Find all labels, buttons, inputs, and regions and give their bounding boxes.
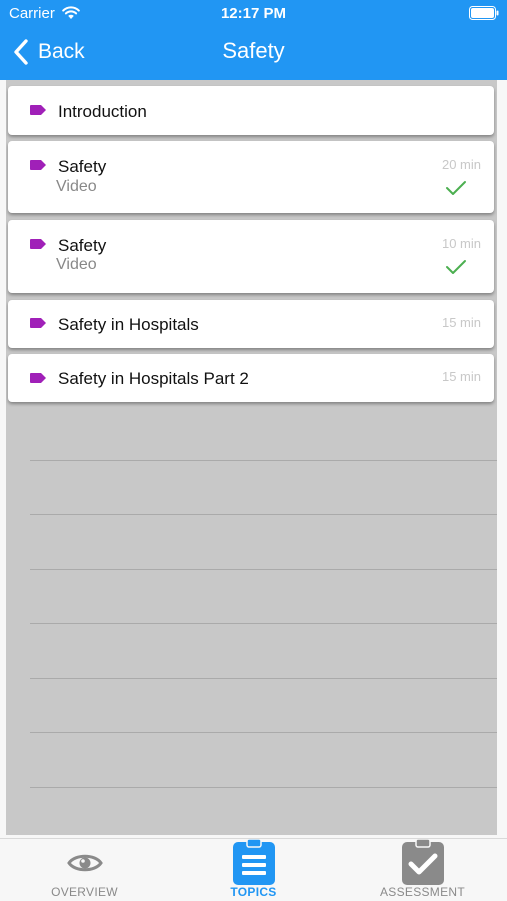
tab-overview[interactable]: OVERVIEW xyxy=(0,839,169,901)
tag-icon xyxy=(30,239,46,249)
tab-assessment[interactable]: ASSESSMENT xyxy=(338,839,507,901)
topic-title: Safety in Hospitals Part 2 xyxy=(58,369,249,388)
clipboard-list-icon xyxy=(232,839,275,885)
tag-icon xyxy=(30,160,46,170)
chevron-left-icon xyxy=(14,39,28,65)
navigation-bar: Back Safety xyxy=(0,28,507,78)
empty-row-separator xyxy=(30,460,497,461)
clock-time: 12:17 PM xyxy=(220,5,287,22)
topic-duration: 20 min xyxy=(441,157,481,172)
topic-card-safety-video-1[interactable]: Safety Video 20 min xyxy=(8,141,494,213)
checkmark-icon xyxy=(446,260,466,274)
checkmark-icon xyxy=(446,181,466,195)
empty-row-separator xyxy=(30,678,497,679)
empty-row-separator xyxy=(30,569,497,570)
topic-duration: 15 min xyxy=(441,315,481,330)
empty-row-separator xyxy=(30,732,497,733)
tab-label: OVERVIEW xyxy=(51,885,118,899)
tag-icon xyxy=(30,105,46,115)
tab-label: TOPICS xyxy=(230,885,277,899)
topic-card-introduction[interactable]: Introduction xyxy=(8,86,494,135)
app-header: Carrier 12:17 PM Back Safety xyxy=(0,0,507,80)
topic-subtitle: Video xyxy=(56,178,97,195)
topic-title: Safety xyxy=(58,157,107,176)
topic-title: Safety xyxy=(58,236,107,255)
tag-icon xyxy=(30,318,46,328)
topic-card-safety-video-2[interactable]: Safety Video 10 min xyxy=(8,220,494,293)
topic-duration: 15 min xyxy=(441,369,481,384)
topics-list[interactable]: Introduction Safety Video 20 min Safety … xyxy=(6,80,497,835)
topic-title: Safety in Hospitals xyxy=(58,315,199,334)
empty-row-separator xyxy=(30,514,497,515)
topic-duration: 10 min xyxy=(441,236,481,251)
tab-bar: OVERVIEW TOPICS ASSESSMENT xyxy=(0,838,507,901)
topic-subtitle: Video xyxy=(56,256,97,273)
back-button[interactable]: Back xyxy=(12,36,85,68)
topic-card-safety-in-hospitals-part-2[interactable]: Safety in Hospitals Part 2 15 min xyxy=(8,354,494,402)
topic-card-safety-in-hospitals[interactable]: Safety in Hospitals 15 min xyxy=(8,300,494,348)
tab-label: ASSESSMENT xyxy=(379,885,466,899)
empty-row-separator xyxy=(30,787,497,788)
empty-row-separator xyxy=(30,623,497,624)
topic-title: Introduction xyxy=(58,102,147,121)
back-label: Back xyxy=(38,40,85,63)
eye-icon xyxy=(66,854,103,872)
tag-icon xyxy=(30,373,46,383)
status-bar: Carrier 12:17 PM xyxy=(0,0,507,28)
tab-topics[interactable]: TOPICS xyxy=(169,839,338,901)
clipboard-check-icon xyxy=(401,839,444,885)
battery-icon xyxy=(469,6,499,20)
